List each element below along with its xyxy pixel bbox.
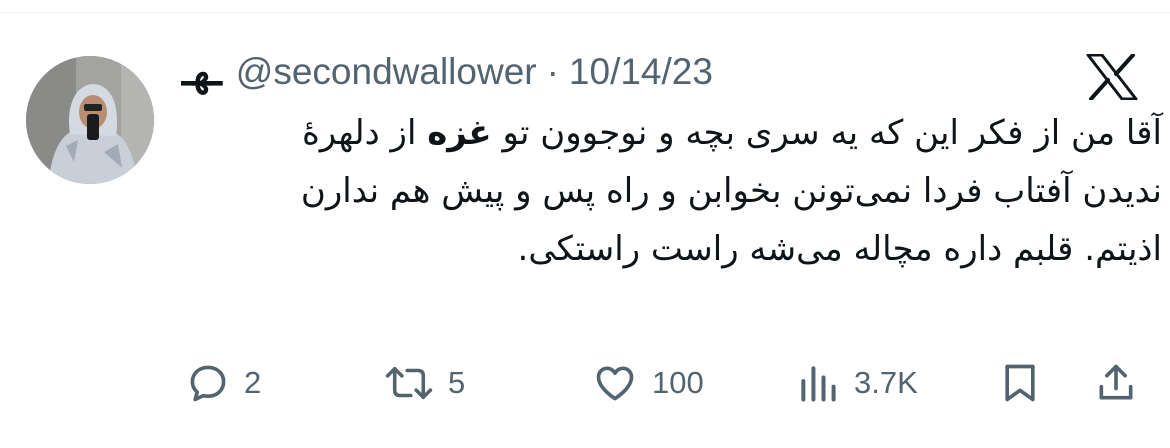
display-name[interactable]: ـهـ: [182, 50, 222, 95]
action-bar: 2 5 100 3.7K: [0, 355, 1170, 411]
views-count: 3.7K: [854, 365, 918, 400]
avatar-photo: [26, 56, 154, 184]
heart-icon: [596, 366, 634, 401]
reply-count: 2: [244, 365, 262, 400]
tweet-text-part-1: آقا من از فکر این که یه سری بچه و نوجوون…: [491, 113, 1162, 153]
timestamp[interactable]: 10/14/23: [569, 51, 713, 93]
bookmark-button[interactable]: [998, 355, 1042, 411]
separator-dot: ·: [546, 51, 559, 92]
tweet-header: ـهـ @secondwallower · 10/14/23: [182, 48, 713, 96]
views-icon: [801, 366, 836, 402]
repost-button[interactable]: 5: [384, 355, 465, 411]
top-divider: [0, 12, 1170, 13]
like-button[interactable]: 100: [592, 355, 704, 411]
repost-icon: [385, 366, 433, 400]
like-count: 100: [652, 365, 704, 400]
handle[interactable]: @secondwallower: [236, 51, 537, 93]
share-icon: [1099, 364, 1133, 400]
x-logo-icon[interactable]: [1086, 53, 1138, 101]
reply-icon: [190, 365, 226, 402]
tweet-text-bold: غزه: [427, 113, 492, 153]
views-button[interactable]: 3.7K: [796, 355, 918, 411]
repost-count: 5: [448, 365, 466, 400]
bookmark-icon: [1005, 364, 1035, 402]
reply-button[interactable]: 2: [186, 355, 261, 411]
avatar[interactable]: [26, 56, 154, 184]
tweet-text: آقا من از فکر این که یه سری بچه و نوجوون…: [262, 104, 1162, 278]
share-button[interactable]: [1094, 355, 1138, 411]
